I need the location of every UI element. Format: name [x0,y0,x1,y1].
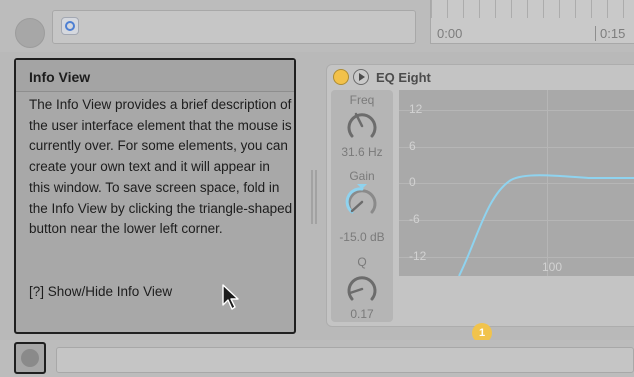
q-knob[interactable] [344,271,380,307]
bottom-status-bar [0,340,634,377]
device-header: EQ Eight [327,65,634,89]
device-title: EQ Eight [376,70,431,85]
info-view-fold-button[interactable] [14,342,46,374]
disabled-knob-icon [15,18,45,48]
info-view-description: The Info View provides a brief descripti… [29,97,293,237]
clip-badge-icon[interactable] [61,17,79,35]
freq-knob[interactable] [344,108,380,144]
gain-knob-value: -15.0 dB [339,230,385,244]
gain-knob-label: Gain [349,169,375,183]
status-field [56,347,634,373]
timeline-start-label: 0:00 [437,26,463,41]
device-expand-button[interactable] [353,69,369,85]
panel-resize-handle[interactable] [311,170,319,224]
eq-response-curve [458,174,634,276]
info-view-toggle-hint: [?] Show/Hide Info View [29,284,173,299]
info-view-panel: Info View The Info View provides a brief… [14,58,296,334]
info-view-title: Info View [16,60,294,92]
freq-knob-value: 31.6 Hz [341,145,383,159]
top-name-field[interactable] [52,10,416,44]
eq-eight-device: EQ Eight Freq 31.6 Hz Gain -15.0 dB Q 0.… [326,64,634,377]
timeline-ruler[interactable]: 0:00 0:15 [430,0,634,44]
gain-knob[interactable] [344,184,380,220]
device-on-button[interactable] [333,69,349,85]
freq-knob-label: Freq [349,93,375,107]
band-parameter-column: Freq 31.6 Hz Gain -15.0 dB Q 0.17 [331,90,393,322]
q-knob-value: 0.17 [350,307,374,321]
q-knob-label: Q [357,255,367,269]
mouse-cursor-icon [222,284,239,310]
top-bar: 0:00 0:15 [0,0,634,52]
timeline-next-label: 0:15 [595,26,625,41]
timeline-ticks [431,0,634,18]
eq-curve-display[interactable]: 12 6 0 -6 -12 100 [399,90,634,276]
